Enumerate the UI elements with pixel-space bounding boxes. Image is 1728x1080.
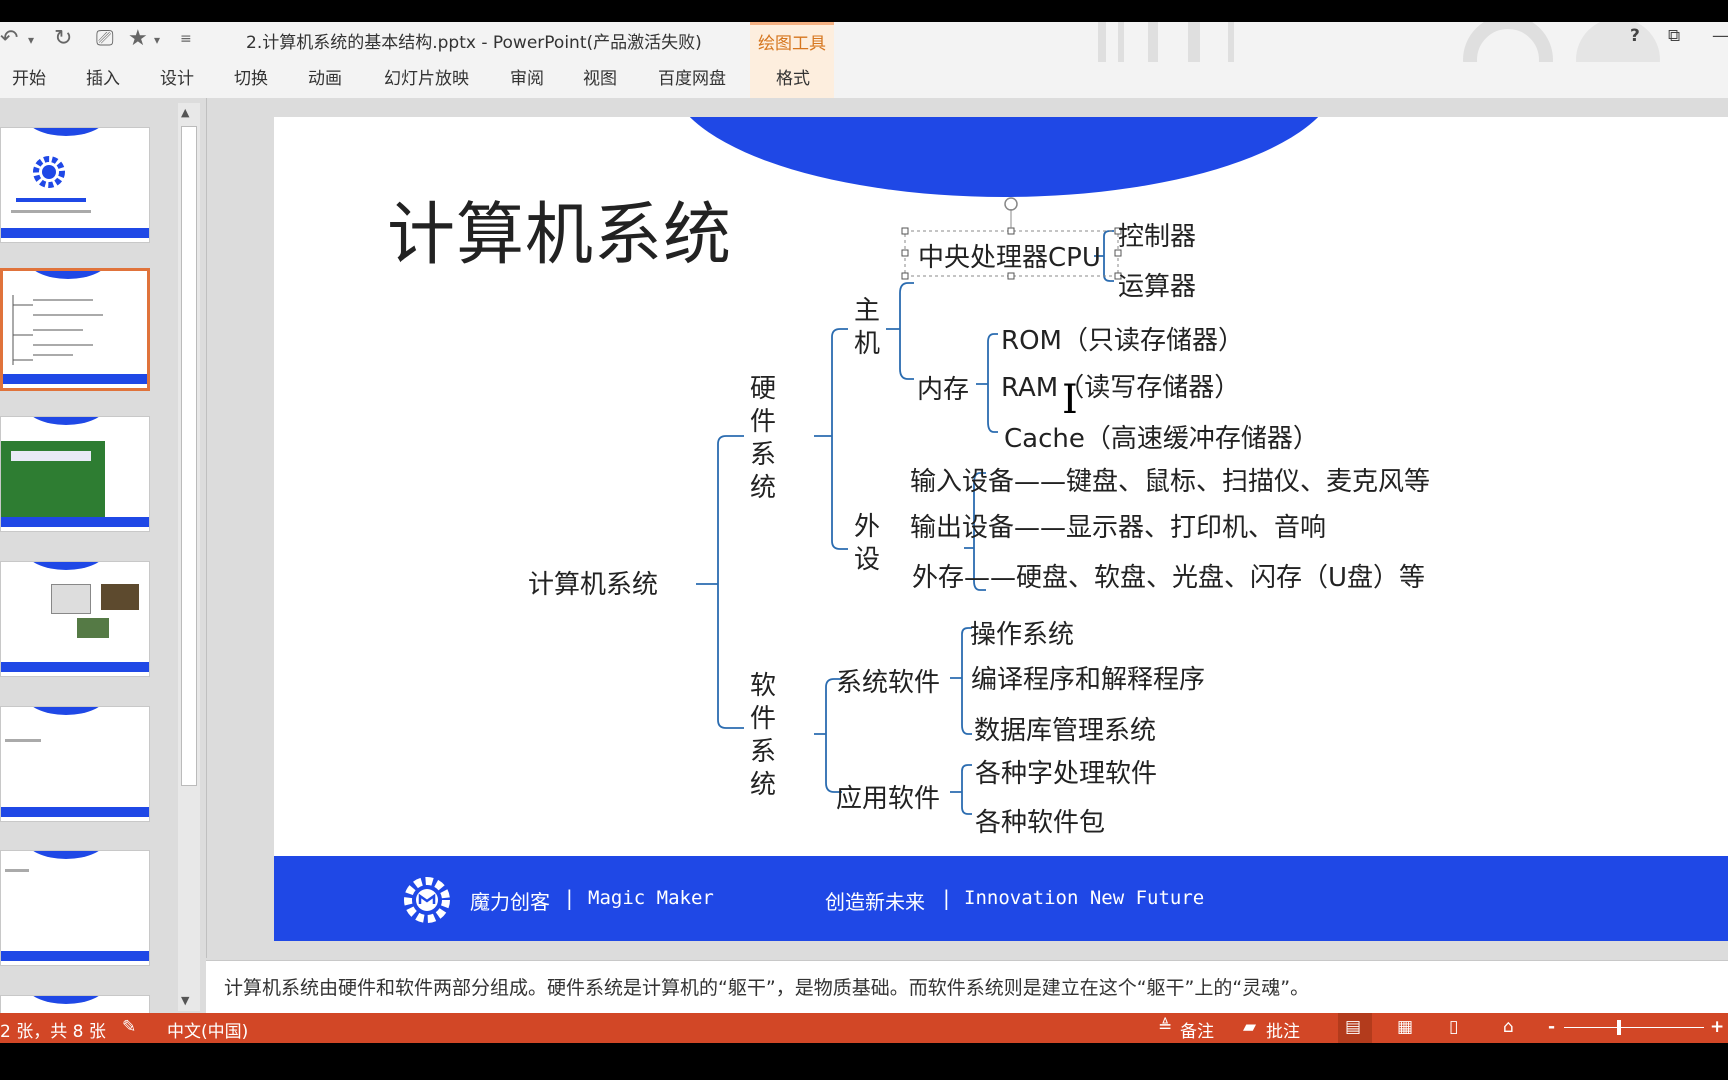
tab-home[interactable]: 开始: [10, 64, 48, 89]
node-software-system[interactable]: 软件系统: [748, 670, 778, 802]
gear-logo-icon: [404, 877, 450, 923]
node-input-devices[interactable]: 输入设备——键盘、鼠标、扫描仪、麦克风等: [910, 461, 1430, 498]
spell-check-icon[interactable]: ✎: [122, 1017, 136, 1037]
start-from-beginning-icon[interactable]: ⎚: [96, 26, 114, 51]
node-compiler-interpreter[interactable]: 编译程序和解释程序: [971, 659, 1205, 696]
slogan-en: Innovation New Future: [964, 887, 1205, 909]
slide-thumbnail-pane: [0, 98, 186, 1017]
brand-name-en: Magic Maker: [588, 887, 714, 909]
screen-bottom-bar: [0, 1043, 1728, 1080]
tab-animations[interactable]: 动画: [306, 64, 344, 89]
comments-button[interactable]: 批注: [1266, 1017, 1300, 1042]
tab-format[interactable]: 格式: [774, 64, 812, 89]
node-dbms[interactable]: 数据库管理系统: [974, 710, 1156, 747]
notes-icon[interactable]: ≜: [1158, 1017, 1172, 1037]
node-software-packages[interactable]: 各种软件包: [975, 802, 1105, 839]
language-indicator[interactable]: 中文(中国): [167, 1017, 248, 1042]
comments-icon[interactable]: ▰: [1243, 1017, 1256, 1037]
reading-view-icon[interactable]: ▯: [1449, 1017, 1458, 1037]
undo-icon[interactable]: ↶: [0, 26, 18, 51]
zoom-slider-thumb[interactable]: [1617, 1020, 1621, 1035]
tab-baidu-netdisk[interactable]: 百度网盘: [656, 64, 728, 89]
node-memory[interactable]: 内存: [917, 369, 969, 406]
tab-slideshow[interactable]: 幻灯片放映: [382, 64, 471, 89]
window-title: 2.计算机系统的基本结构.pptx - PowerPoint(产品激活失败): [246, 33, 702, 53]
slide-footer: 魔力创客 | Magic Maker 创造新未来 | Innovation Ne…: [274, 856, 1728, 941]
zoom-slider-track[interactable]: [1564, 1027, 1704, 1028]
scrollbar-thumb[interactable]: [181, 126, 197, 786]
speaker-notes-text[interactable]: 计算机系统由硬件和软件两部分组成。硬件系统是计算机的“躯干”，是物质基础。而软件…: [224, 973, 1309, 1000]
slide-counter: 2 张，共 8 张: [0, 1022, 106, 1042]
slide-thumbnail-2[interactable]: [0, 268, 150, 391]
zoom-in-button[interactable]: +: [1710, 1017, 1724, 1037]
ribbon-display-options-icon[interactable]: ⧉: [1668, 26, 1680, 46]
node-hardware-system[interactable]: 硬件系统: [748, 373, 778, 505]
slide-thumbnail-6[interactable]: [0, 850, 150, 966]
node-output-devices[interactable]: 输出设备——显示器、打印机、音响: [910, 507, 1326, 544]
node-operating-system[interactable]: 操作系统: [970, 614, 1074, 651]
scroll-down-icon[interactable]: ▼: [181, 994, 189, 1007]
slideshow-view-icon[interactable]: ⌂: [1503, 1017, 1514, 1037]
text-cursor-icon: I: [1062, 377, 1078, 423]
slide-thumbnail-3[interactable]: [0, 416, 150, 532]
help-button[interactable]: ?: [1630, 26, 1640, 46]
zoom-out-button[interactable]: -: [1548, 1017, 1555, 1037]
node-host[interactable]: 主机: [852, 295, 882, 361]
scroll-up-icon[interactable]: ▲: [181, 106, 189, 119]
gear-logo-icon: [33, 156, 65, 188]
screen-top-bar: [0, 0, 1728, 22]
notes-pane[interactable]: 计算机系统由硬件和软件两部分组成。硬件系统是计算机的“躯干”，是物质基础。而软件…: [206, 960, 1728, 1014]
tab-design[interactable]: 设计: [158, 64, 196, 89]
node-system-software[interactable]: 系统软件: [836, 662, 940, 699]
footer-separator: |: [566, 886, 573, 910]
node-cpu[interactable]: 中央处理器CPU: [918, 237, 1101, 274]
star-icon[interactable]: ★: [128, 26, 148, 51]
footer-separator: |: [943, 886, 950, 910]
brand-name-cn: 魔力创客: [470, 890, 550, 914]
slide-canvas[interactable]: 计算机系统 计算机系统 硬件系统 软件系统 主机 外设 中央处理器CPU 控制器…: [274, 117, 1728, 941]
node-cache[interactable]: Cache（高速缓冲存储器）: [1004, 418, 1319, 455]
node-computer-system[interactable]: 计算机系统: [528, 564, 658, 601]
node-rom[interactable]: ROM（只读存储器）: [1001, 320, 1244, 357]
slide-thumbnail-4[interactable]: [0, 561, 150, 677]
node-ram[interactable]: RAM（读写存储器）: [1001, 367, 1240, 404]
contextual-group-label: 绘图工具: [758, 34, 826, 54]
minimize-button[interactable]: —: [1712, 26, 1728, 46]
slide-thumbnail-1[interactable]: [0, 127, 150, 243]
star-dropdown-icon[interactable]: ▾: [154, 33, 160, 47]
customize-qat-icon[interactable]: ≡: [180, 31, 192, 47]
notes-button[interactable]: 备注: [1180, 1017, 1214, 1042]
tab-review[interactable]: 审阅: [508, 64, 546, 89]
node-word-processing[interactable]: 各种字处理软件: [975, 753, 1157, 790]
redo-icon[interactable]: ↻: [54, 26, 72, 51]
pane-divider: [206, 98, 207, 958]
tab-transitions[interactable]: 切换: [232, 64, 270, 89]
tab-view[interactable]: 视图: [581, 64, 619, 89]
node-external-storage[interactable]: 外存——硬盘、软盘、光盘、闪存（U盘）等: [912, 557, 1425, 594]
slide-thumbnail-5[interactable]: [0, 706, 150, 822]
tab-insert[interactable]: 插入: [84, 64, 122, 89]
node-application-software[interactable]: 应用软件: [836, 778, 940, 815]
node-peripheral[interactable]: 外设: [852, 511, 882, 577]
status-bar: 2 张，共 8 张 ✎ 中文(中国) ≜ 备注 ▰ 批注 ▤ ▦ ▯ ⌂ - +: [0, 1013, 1728, 1043]
slide-sorter-icon[interactable]: ▦: [1397, 1017, 1413, 1037]
normal-view-icon[interactable]: ▤: [1345, 1017, 1361, 1037]
node-controller[interactable]: 控制器: [1118, 216, 1196, 253]
node-alu[interactable]: 运算器: [1118, 266, 1196, 303]
slogan-cn: 创造新未来: [825, 890, 925, 914]
undo-dropdown-icon[interactable]: ▾: [28, 33, 34, 47]
